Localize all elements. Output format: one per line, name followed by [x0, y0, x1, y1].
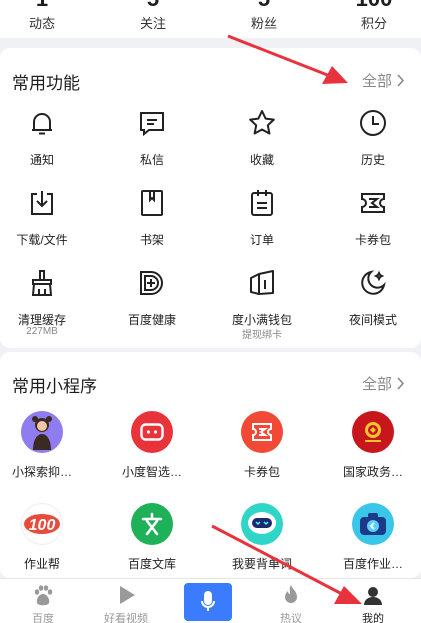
xiaodu-app-icon: [131, 411, 173, 453]
chevron-right-icon: [397, 377, 405, 390]
order-icon: [247, 188, 277, 218]
explorer-app-icon: [21, 411, 63, 453]
view-all-link[interactable]: 全部: [362, 373, 405, 394]
voice-search-button[interactable]: [184, 583, 232, 621]
message-icon: [137, 108, 167, 138]
card-title: 常用小程序: [12, 377, 97, 396]
coupon-icon: [358, 188, 388, 218]
stat-label: 关注: [139, 16, 166, 31]
chevron-right-icon: [397, 74, 405, 87]
stats-bar: 1 动态 5 关注 5 粉丝 100 积分: [0, 0, 421, 38]
bookshelf-icon: [137, 188, 167, 218]
health-icon: [137, 268, 167, 298]
tab-baidu[interactable]: 百度: [1, 579, 85, 623]
common-functions-card: 常用功能 全部 通知 私信 收藏 历史 下载/文件 书架 订单 卡券包 清理缓存: [0, 48, 421, 348]
bottom-tab-bar: 百度 好看视频 热议 我的: [0, 578, 421, 623]
stat-label: 积分: [360, 16, 387, 31]
flame-icon: [280, 584, 302, 606]
svg-text:100: 100: [29, 517, 56, 534]
function-label: 通知: [29, 153, 54, 167]
tab-haokan-video[interactable]: 好看视频: [84, 579, 168, 623]
tab-mine[interactable]: 我的: [331, 579, 415, 623]
bell-icon: [27, 108, 57, 138]
view-all-link[interactable]: 全部: [362, 70, 405, 91]
tab-hot-discussion[interactable]: 热议: [249, 579, 333, 623]
stat-value: 100: [324, 0, 421, 10]
camera-app-icon: [352, 503, 394, 545]
card-title: 常用功能: [12, 74, 80, 93]
microphone-icon: [201, 591, 215, 611]
robot-app-icon: [241, 503, 283, 545]
function-label: 历史: [360, 153, 385, 167]
app-label: 作业帮: [23, 557, 60, 571]
clock-icon: [358, 108, 388, 138]
function-label: 夜间模式: [348, 313, 397, 327]
stat-value: 5: [214, 0, 314, 10]
star-icon: [247, 108, 277, 138]
stat-value: 1: [0, 0, 92, 10]
paw-icon: [32, 584, 54, 606]
avatar-icon: [362, 584, 384, 606]
tab-label: 百度: [32, 613, 54, 623]
broom-icon: [27, 268, 57, 298]
function-label: 下载/文件: [16, 233, 68, 247]
wallet-subtitle: 提现绑卡: [242, 330, 282, 341]
zuoyebang-app-icon: 100: [21, 503, 63, 545]
tab-label: 好看视频: [104, 613, 148, 623]
function-label: 百度健康: [127, 313, 176, 327]
tab-label: 热议: [280, 613, 302, 623]
stat-label: 动态: [28, 16, 55, 31]
app-label: 小度智选…: [121, 465, 182, 479]
function-label: 卡券包: [354, 233, 391, 247]
function-label: 收藏: [249, 153, 274, 167]
download-icon: [27, 188, 57, 218]
gov-service-app-icon: [352, 411, 394, 453]
app-label: 卡券包: [243, 465, 280, 479]
mini-programs-card: 常用小程序 全部 小探索抑… 小度智选… 卡券包 国家政务… 100 作业帮 百…: [0, 352, 421, 578]
view-all-label: 全部: [361, 376, 392, 393]
tab-label: 我的: [362, 613, 384, 623]
function-label: 订单: [249, 233, 274, 247]
function-label: 私信: [139, 153, 164, 167]
cache-size: 227MB: [26, 326, 58, 337]
coupon-app-icon: [241, 411, 283, 453]
stat-label: 粉丝: [250, 16, 277, 31]
wallet-icon: [247, 268, 277, 298]
function-label: 书架: [139, 233, 164, 247]
wenku-app-icon: [131, 503, 173, 545]
app-label: 百度文库: [127, 557, 176, 571]
play-icon: [115, 584, 137, 606]
view-all-label: 全部: [361, 73, 392, 90]
stat-value: 5: [103, 0, 203, 10]
app-label: 国家政务…: [342, 465, 403, 479]
app-label: 小探索抑…: [11, 465, 72, 479]
app-label: 百度作业…: [342, 557, 403, 571]
moon-icon: [358, 268, 388, 298]
app-label: 我要背单词: [231, 557, 292, 571]
